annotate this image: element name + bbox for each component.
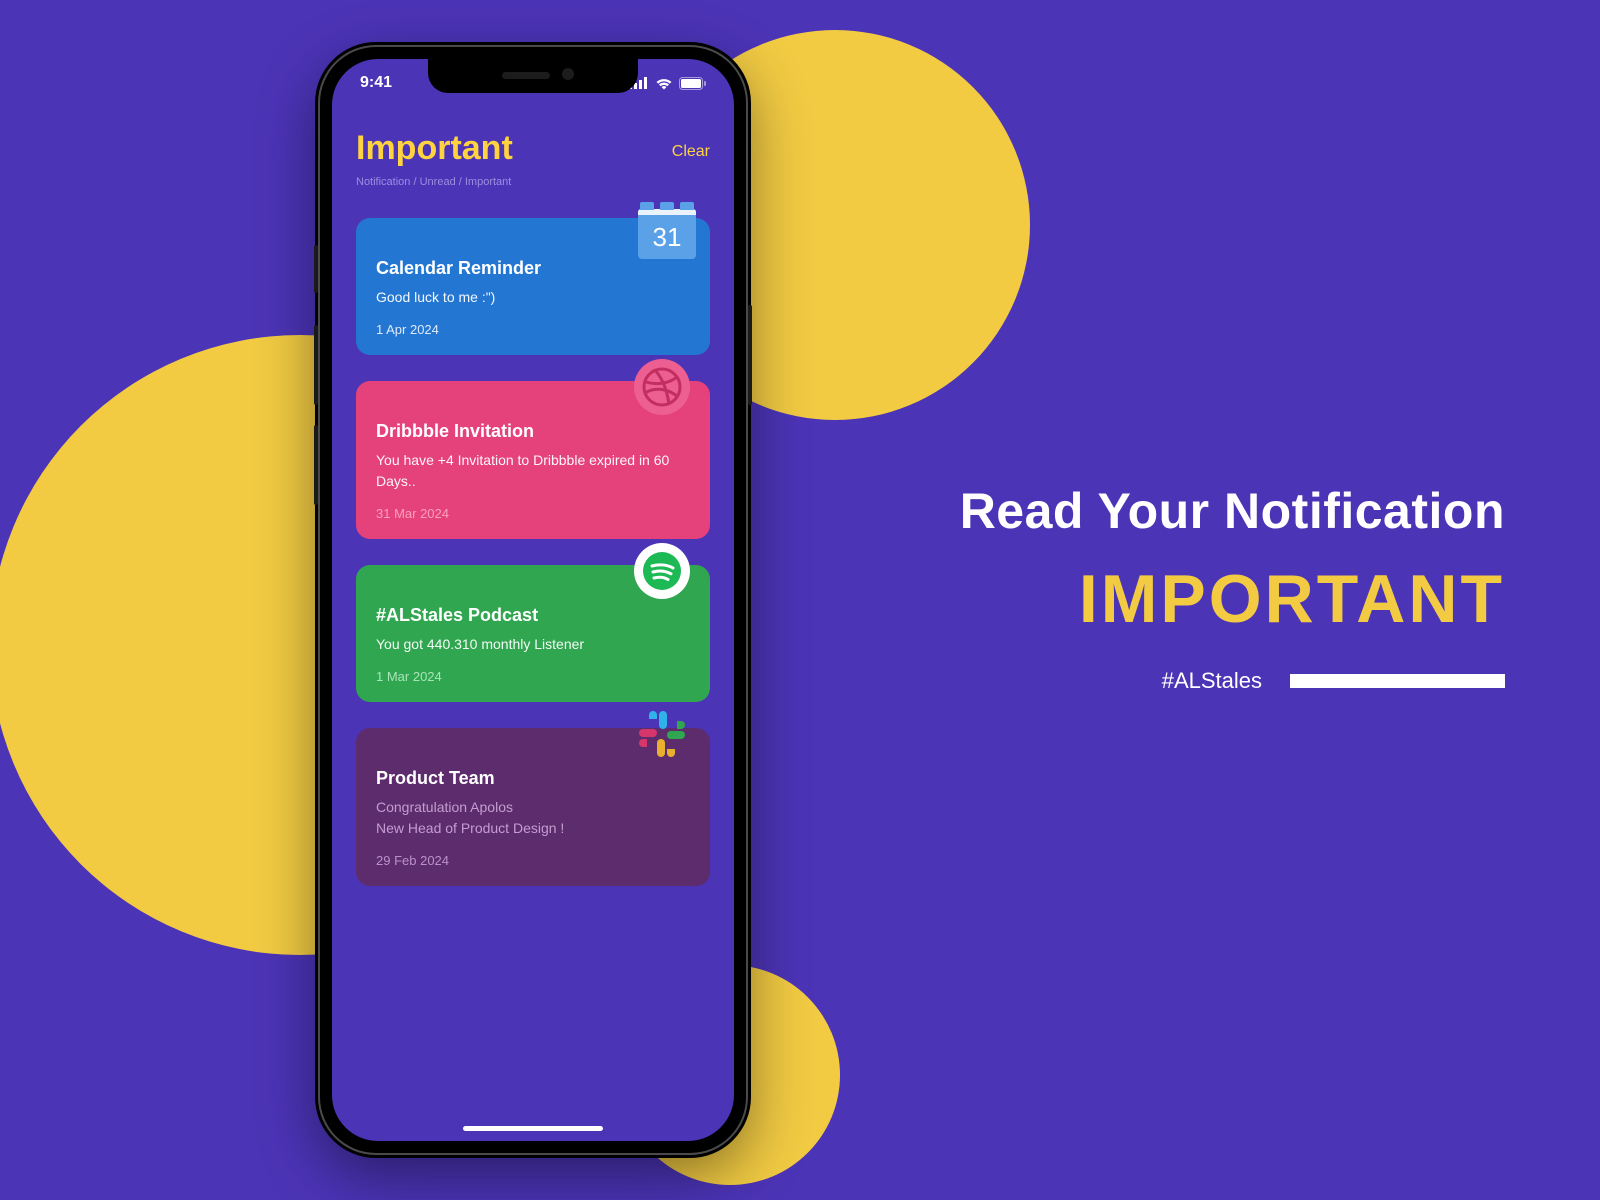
notification-title: Dribbble Invitation xyxy=(376,421,690,442)
breadcrumb-item[interactable]: Unread xyxy=(420,176,456,188)
phone-side-button xyxy=(314,325,318,405)
breadcrumb: Notification / Unread / Important xyxy=(356,176,710,188)
notification-card[interactable]: #ALStales Podcast You got 440.310 monthl… xyxy=(356,565,710,702)
spotify-icon xyxy=(634,543,690,599)
notification-title: Calendar Reminder xyxy=(376,258,690,279)
phone-side-button xyxy=(748,305,752,405)
notification-body: You have +4 Invitation to Dribbble expir… xyxy=(376,450,690,492)
notification-title: Product Team xyxy=(376,768,690,789)
phone-side-button xyxy=(314,425,318,505)
promo-headline: Read Your Notification xyxy=(960,482,1505,540)
notification-date: 1 Apr 2024 xyxy=(376,322,690,337)
promo-block: Read Your Notification IMPORTANT #ALStal… xyxy=(960,482,1505,694)
calendar-icon: 31 xyxy=(638,202,696,260)
notification-body: You got 440.310 monthly Listener xyxy=(376,634,690,655)
notification-date: 29 Feb 2024 xyxy=(376,853,690,868)
notification-card[interactable]: Dribbble Invitation You have +4 Invitati… xyxy=(356,381,710,539)
phone: 9:41 Important Clear Notification / Unre… xyxy=(318,45,748,1155)
breadcrumb-item[interactable]: Notification xyxy=(356,176,410,188)
page-title: Important xyxy=(356,129,513,168)
calendar-day: 31 xyxy=(638,215,696,259)
promo-keyword: IMPORTANT xyxy=(960,560,1505,638)
notification-card[interactable]: Product Team Congratulation Apolos New H… xyxy=(356,728,710,886)
notification-body: Congratulation Apolos New Head of Produc… xyxy=(376,797,690,839)
promo-hashtag: #ALStales xyxy=(1162,668,1262,694)
notification-card[interactable]: 31 Calendar Reminder Good luck to me :")… xyxy=(356,218,710,355)
phone-side-button xyxy=(314,245,318,293)
clear-button[interactable]: Clear xyxy=(672,143,710,161)
home-indicator[interactable] xyxy=(463,1126,603,1131)
slack-icon xyxy=(634,706,690,762)
promo-bar xyxy=(1290,674,1505,688)
status-time: 9:41 xyxy=(360,74,392,92)
wifi-icon xyxy=(655,77,673,90)
phone-notch xyxy=(428,59,638,93)
notification-title: #ALStales Podcast xyxy=(376,605,690,626)
notification-date: 31 Mar 2024 xyxy=(376,506,690,521)
breadcrumb-item[interactable]: Important xyxy=(465,176,511,188)
notification-list: 31 Calendar Reminder Good luck to me :")… xyxy=(356,218,710,886)
battery-icon xyxy=(679,77,706,90)
notification-body: Good luck to me :") xyxy=(376,287,690,308)
dribbble-icon xyxy=(634,359,690,415)
notification-date: 1 Mar 2024 xyxy=(376,669,690,684)
